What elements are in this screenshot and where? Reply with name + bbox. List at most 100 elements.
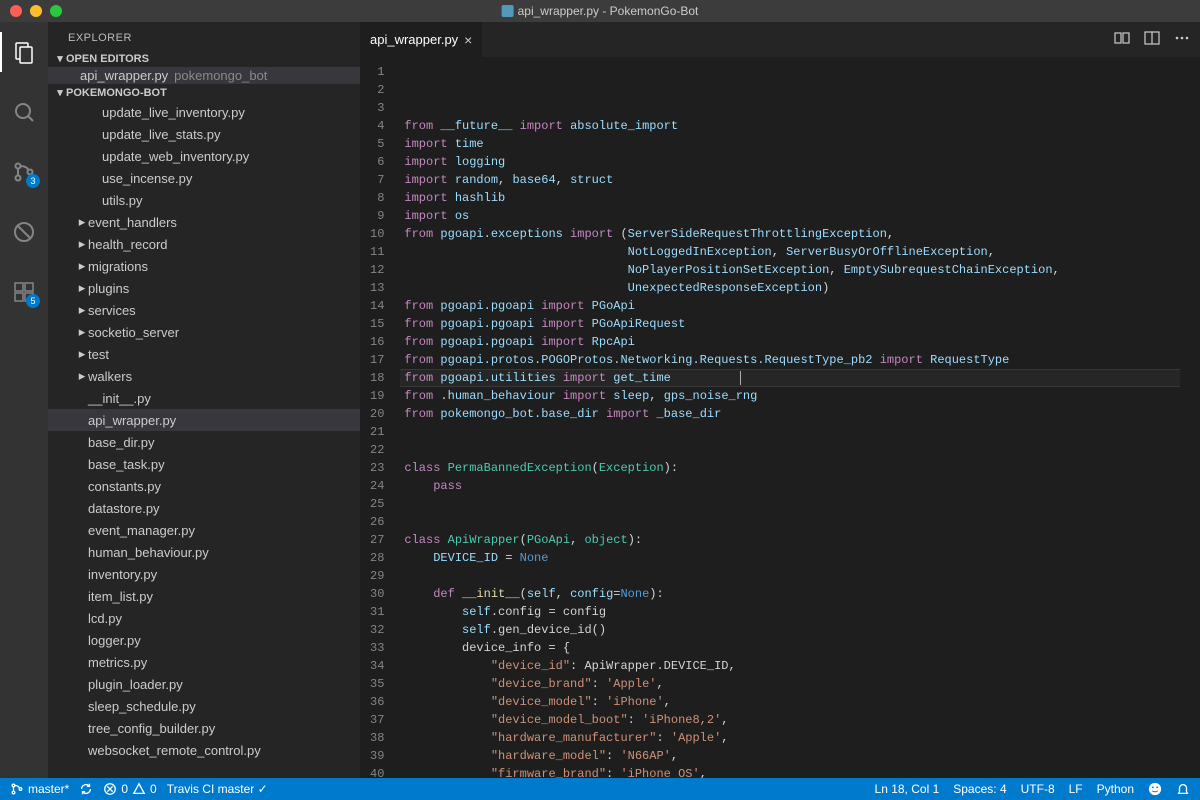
editor-area: api_wrapper.py × 12345678910111213141516… xyxy=(360,22,1200,778)
tree-label: services xyxy=(88,303,136,318)
tree-label: use_incense.py xyxy=(102,171,192,186)
tree-file[interactable]: api_wrapper.py xyxy=(48,409,360,431)
compare-changes-icon[interactable] xyxy=(1114,30,1130,49)
tree-folder[interactable]: ▸health_record xyxy=(48,233,360,255)
tree-folder[interactable]: ▸plugins xyxy=(48,277,360,299)
tree-file[interactable]: use_incense.py xyxy=(48,167,360,189)
tree-file[interactable]: update_web_inventory.py xyxy=(48,145,360,167)
split-editor-icon[interactable] xyxy=(1144,30,1160,49)
tree-file[interactable]: update_live_stats.py xyxy=(48,123,360,145)
python-file-icon xyxy=(502,5,514,17)
tree-file[interactable]: item_list.py xyxy=(48,585,360,607)
tab-label: api_wrapper.py xyxy=(370,32,458,47)
tree-folder[interactable]: ▸walkers xyxy=(48,365,360,387)
activity-explorer[interactable] xyxy=(0,32,48,72)
code-content[interactable]: from __future__ import absolute_importim… xyxy=(400,57,1180,778)
chevron-icon: ▸ xyxy=(76,280,88,296)
tab-bar: api_wrapper.py × xyxy=(360,22,1200,57)
tree-file[interactable]: sleep_schedule.py xyxy=(48,695,360,717)
window-minimize[interactable] xyxy=(30,5,42,17)
tree-file[interactable]: inventory.py xyxy=(48,563,360,585)
open-editor-item[interactable]: api_wrapper.pypokemongo_bot xyxy=(48,67,360,84)
tree-file[interactable]: plugin_loader.py xyxy=(48,673,360,695)
activity-extensions[interactable]: 5 xyxy=(0,272,48,312)
tree-label: utils.py xyxy=(102,193,142,208)
tree-file[interactable]: datastore.py xyxy=(48,497,360,519)
tree-folder[interactable]: ▸socketio_server xyxy=(48,321,360,343)
file-tree[interactable]: update_live_inventory.py update_live_stat… xyxy=(48,101,360,778)
text-cursor xyxy=(740,371,741,385)
status-notifications[interactable] xyxy=(1176,782,1190,796)
tree-label: item_list.py xyxy=(88,589,153,604)
tree-file[interactable]: lcd.py xyxy=(48,607,360,629)
folder-root-header[interactable]: ▾ PokemonGo-Bot xyxy=(48,84,360,101)
window-maximize[interactable] xyxy=(50,5,62,17)
tree-label: walkers xyxy=(88,369,132,384)
activity-debug[interactable] xyxy=(0,212,48,252)
tree-file[interactable]: websocket_remote_control.py xyxy=(48,739,360,761)
tree-file[interactable]: event_manager.py xyxy=(48,519,360,541)
minimap[interactable] xyxy=(1180,57,1200,778)
tree-file[interactable]: base_dir.py xyxy=(48,431,360,453)
tree-label: health_record xyxy=(88,237,168,252)
status-problems[interactable]: 0 0 xyxy=(103,782,156,796)
tree-file[interactable]: logger.py xyxy=(48,629,360,651)
editor-body[interactable]: 1234567891011121314151617181920212223242… xyxy=(360,57,1200,778)
tree-folder[interactable]: ▸test xyxy=(48,343,360,365)
activity-scm[interactable]: 3 xyxy=(0,152,48,192)
open-editors-header[interactable]: ▾ Open Editors xyxy=(48,50,360,67)
tree-label: lcd.py xyxy=(88,611,122,626)
tree-label: plugins xyxy=(88,281,129,296)
tree-file[interactable]: human_behaviour.py xyxy=(48,541,360,563)
tree-label: socketio_server xyxy=(88,325,179,340)
tree-file[interactable]: update_live_inventory.py xyxy=(48,101,360,123)
tree-label: sleep_schedule.py xyxy=(88,699,196,714)
tree-label: update_web_inventory.py xyxy=(102,149,249,164)
activity-search[interactable] xyxy=(0,92,48,132)
status-encoding[interactable]: UTF-8 xyxy=(1021,782,1055,796)
tree-file[interactable]: metrics.py xyxy=(48,651,360,673)
close-icon[interactable]: × xyxy=(464,32,472,48)
tree-folder[interactable]: ▸services xyxy=(48,299,360,321)
tree-file[interactable]: constants.py xyxy=(48,475,360,497)
tree-folder[interactable]: ▸migrations xyxy=(48,255,360,277)
chevron-down-icon: ▾ xyxy=(54,52,66,65)
status-feedback[interactable] xyxy=(1148,782,1162,796)
chevron-icon: ▸ xyxy=(76,324,88,340)
status-indent[interactable]: Spaces: 4 xyxy=(953,782,1006,796)
tree-label: event_manager.py xyxy=(88,523,195,538)
sidebar-title: EXPLORER xyxy=(48,22,360,50)
chevron-icon: ▸ xyxy=(76,214,88,230)
tree-label: update_live_stats.py xyxy=(102,127,221,142)
status-branch[interactable]: master* xyxy=(10,782,69,796)
status-cursor[interactable]: Ln 18, Col 1 xyxy=(875,782,940,796)
status-sync[interactable] xyxy=(79,782,93,796)
tree-file[interactable]: utils.py xyxy=(48,189,360,211)
window-title: api_wrapper.py - PokemonGo-Bot xyxy=(502,4,699,18)
editor-tab[interactable]: api_wrapper.py × xyxy=(360,22,483,57)
chevron-icon: ▸ xyxy=(76,258,88,274)
title-bar: api_wrapper.py - PokemonGo-Bot xyxy=(0,0,1200,22)
status-eol[interactable]: LF xyxy=(1069,782,1083,796)
tree-label: logger.py xyxy=(88,633,141,648)
tree-label: metrics.py xyxy=(88,655,147,670)
status-language[interactable]: Python xyxy=(1097,782,1134,796)
tree-file[interactable]: base_task.py xyxy=(48,453,360,475)
tree-file[interactable]: tree_config_builder.py xyxy=(48,717,360,739)
status-ci[interactable]: Travis CI master ✓ xyxy=(167,782,268,796)
chevron-icon: ▸ xyxy=(76,368,88,384)
tree-label: migrations xyxy=(88,259,148,274)
chevron-icon: ▸ xyxy=(76,346,88,362)
more-icon[interactable] xyxy=(1174,30,1190,49)
tree-label: test xyxy=(88,347,109,362)
extensions-badge: 5 xyxy=(26,294,40,308)
tree-label: inventory.py xyxy=(88,567,157,582)
tree-label: base_task.py xyxy=(88,457,165,472)
tree-label: plugin_loader.py xyxy=(88,677,183,692)
chevron-down-icon: ▾ xyxy=(54,86,66,99)
tree-file[interactable]: __init__.py xyxy=(48,387,360,409)
tree-folder[interactable]: ▸event_handlers xyxy=(48,211,360,233)
window-close[interactable] xyxy=(10,5,22,17)
tree-label: websocket_remote_control.py xyxy=(88,743,261,758)
tree-label: api_wrapper.py xyxy=(88,413,176,428)
